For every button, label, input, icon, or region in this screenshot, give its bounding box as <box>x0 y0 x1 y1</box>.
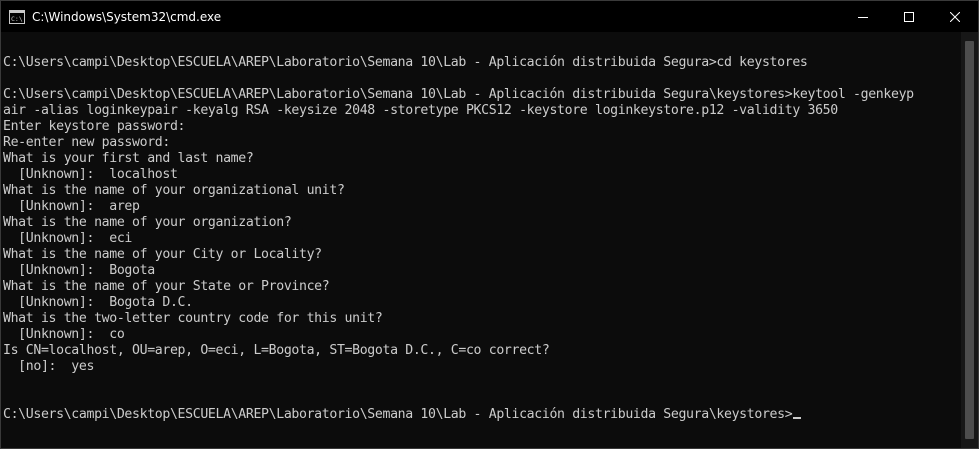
window-title: C:\Windows\System32\cmd.exe <box>32 9 222 24</box>
maximize-icon <box>904 11 914 22</box>
terminal-line: [Unknown]: Bogota <box>3 263 155 278</box>
terminal-line: Enter keystore password: <box>3 119 186 134</box>
close-icon <box>950 11 960 22</box>
terminal-output[interactable]: C:\Users\campi\Desktop\ESCUELA\AREP\Labo… <box>3 39 961 445</box>
minimize-button[interactable] <box>840 1 886 32</box>
svg-text:C:\: C:\ <box>11 15 23 23</box>
minimize-icon <box>858 16 868 18</box>
terminal-prompt: C:\Users\campi\Desktop\ESCUELA\AREP\Labo… <box>3 407 793 422</box>
maximize-button[interactable] <box>886 1 932 32</box>
terminal-line: What is the name of your State or Provin… <box>3 279 330 294</box>
terminal-line: What is the two-letter country code for … <box>3 311 383 326</box>
terminal-prompt-line[interactable]: C:\Users\campi\Desktop\ESCUELA\AREP\Labo… <box>3 407 961 423</box>
terminal-line: Re-enter new password: <box>3 135 170 150</box>
terminal-line: C:\Users\campi\Desktop\ESCUELA\AREP\Labo… <box>3 55 808 70</box>
terminal-line: [Unknown]: eci <box>3 231 133 246</box>
terminal-line: What is your first and last name? <box>3 151 254 166</box>
terminal-line: [no]: yes <box>3 359 95 374</box>
terminal-line: What is the name of your organization? <box>3 215 292 230</box>
window-controls <box>840 1 978 32</box>
terminal-line: [Unknown]: localhost <box>3 167 178 182</box>
terminal-line: [Unknown]: arep <box>3 199 140 214</box>
text-cursor <box>793 417 802 419</box>
terminal-line: [Unknown]: Bogota D.C. <box>3 295 193 310</box>
terminal-line: Is CN=localhost, OU=arep, O=eci, L=Bogot… <box>3 343 550 358</box>
terminal-line: What is the name of your organizational … <box>3 183 345 198</box>
title-bar[interactable]: C:\ C:\Windows\System32\cmd.exe <box>1 1 978 32</box>
vertical-scrollbar[interactable] <box>961 32 978 448</box>
cmd-window: C:\ C:\Windows\System32\cmd.exe C:\Users… <box>0 0 979 449</box>
terminal-line: What is the name of your City or Localit… <box>3 247 322 262</box>
scrollbar-thumb[interactable] <box>965 41 974 439</box>
close-button[interactable] <box>932 1 978 32</box>
cmd-icon[interactable]: C:\ <box>9 9 25 24</box>
terminal-line: C:\Users\campi\Desktop\ESCUELA\AREP\Labo… <box>3 87 914 102</box>
terminal-line: air -alias loginkeypair -keyalg RSA -key… <box>3 103 838 118</box>
terminal-line: [Unknown]: co <box>3 327 125 342</box>
